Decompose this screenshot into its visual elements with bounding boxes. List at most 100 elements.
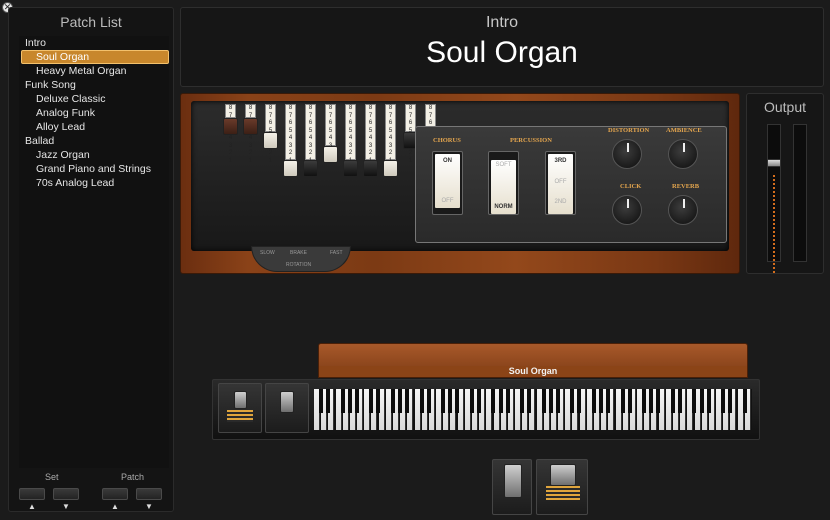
drawbar-handle[interactable] bbox=[263, 132, 278, 149]
black-key[interactable] bbox=[491, 389, 496, 413]
drawbar-handle[interactable] bbox=[363, 160, 378, 177]
black-key[interactable] bbox=[570, 389, 575, 413]
black-key[interactable] bbox=[340, 389, 345, 413]
set-item[interactable]: Funk Song bbox=[19, 78, 169, 92]
drawbar-1[interactable]: 87654321 bbox=[225, 104, 236, 164]
percussion-volume-switch[interactable]: SOFT NORM bbox=[488, 151, 519, 215]
black-key[interactable] bbox=[649, 389, 654, 413]
patch-item[interactable]: Grand Piano and Strings bbox=[19, 162, 169, 176]
black-key[interactable] bbox=[699, 389, 704, 413]
black-key[interactable] bbox=[455, 389, 460, 413]
output-meter-right bbox=[793, 124, 807, 262]
black-key[interactable] bbox=[599, 389, 604, 413]
black-key[interactable] bbox=[347, 389, 352, 413]
chorus-switch[interactable]: ON OFF bbox=[432, 151, 463, 215]
set-prev-button[interactable] bbox=[19, 488, 45, 500]
drawbar-handle[interactable] bbox=[283, 160, 298, 177]
black-key[interactable] bbox=[527, 389, 532, 413]
drawbar-handle[interactable] bbox=[323, 146, 338, 163]
black-key[interactable] bbox=[627, 389, 632, 413]
black-key[interactable] bbox=[505, 389, 510, 413]
drawbar-2[interactable]: 87654321 bbox=[245, 104, 256, 164]
set-item[interactable]: Intro bbox=[19, 36, 169, 50]
sustain-pedal[interactable] bbox=[492, 459, 532, 515]
expression-pedal-2[interactable] bbox=[265, 383, 309, 433]
black-key[interactable] bbox=[520, 389, 525, 413]
black-key[interactable] bbox=[670, 389, 675, 413]
patch-next-button[interactable] bbox=[136, 488, 162, 500]
black-key[interactable] bbox=[577, 389, 582, 413]
rotation-fast-label: FAST bbox=[330, 250, 343, 256]
drawbar-8[interactable]: 87654321 bbox=[365, 104, 376, 164]
black-key[interactable] bbox=[541, 389, 546, 413]
drawbar-3[interactable]: 87654321 bbox=[265, 104, 276, 164]
distortion-knob[interactable] bbox=[612, 139, 642, 169]
drawbar-scale: 87654321 bbox=[308, 105, 313, 164]
black-key[interactable] bbox=[426, 389, 431, 413]
drawbar-handle[interactable] bbox=[223, 118, 238, 135]
drawbar-handle[interactable] bbox=[383, 160, 398, 177]
chorus-label: CHORUS bbox=[433, 137, 461, 144]
drawbar-9[interactable]: 87654321 bbox=[385, 104, 396, 164]
black-key[interactable] bbox=[326, 389, 331, 413]
patch-prev-button[interactable] bbox=[102, 488, 128, 500]
black-key[interactable] bbox=[606, 389, 611, 413]
patch-item[interactable]: Jazz Organ bbox=[19, 148, 169, 162]
drawbar-4[interactable]: 87654321 bbox=[285, 104, 296, 164]
black-key[interactable] bbox=[548, 389, 553, 413]
black-key[interactable] bbox=[642, 389, 647, 413]
patch-item[interactable]: Alloy Lead bbox=[19, 120, 169, 134]
rotation-label: ROTATION bbox=[286, 262, 312, 268]
percussion-harmonic-switch[interactable]: 3RD OFF 2ND bbox=[545, 151, 576, 215]
black-key[interactable] bbox=[319, 389, 323, 413]
reverb-knob[interactable] bbox=[668, 195, 698, 225]
set-item[interactable]: Ballad bbox=[19, 134, 169, 148]
black-key[interactable] bbox=[369, 389, 374, 413]
fader-handle[interactable] bbox=[767, 159, 781, 167]
black-key[interactable] bbox=[498, 389, 503, 413]
ambience-knob[interactable] bbox=[668, 139, 698, 169]
drawbar-5[interactable]: 87654321 bbox=[305, 104, 316, 164]
black-key[interactable] bbox=[476, 389, 481, 413]
black-key[interactable] bbox=[390, 389, 395, 413]
reverb-label: REVERB bbox=[672, 183, 700, 190]
piano-keys[interactable] bbox=[314, 389, 752, 430]
pedal-icon bbox=[280, 391, 294, 413]
patch-item[interactable]: 70s Analog Lead bbox=[19, 176, 169, 190]
patch-item[interactable]: Deluxe Classic bbox=[19, 92, 169, 106]
black-key[interactable] bbox=[376, 389, 381, 413]
volume-pedal[interactable] bbox=[536, 459, 588, 515]
black-key[interactable] bbox=[692, 389, 697, 413]
drawbar-handle[interactable] bbox=[343, 160, 358, 177]
drawbar-6[interactable]: 87654321 bbox=[325, 104, 336, 164]
black-key[interactable] bbox=[354, 389, 359, 413]
drawbar-handle[interactable] bbox=[303, 160, 318, 177]
black-key[interactable] bbox=[448, 389, 453, 413]
black-key[interactable] bbox=[728, 389, 733, 413]
patch-item[interactable]: Heavy Metal Organ bbox=[19, 64, 169, 78]
black-key[interactable] bbox=[591, 389, 596, 413]
expression-pedal-1[interactable] bbox=[218, 383, 262, 433]
black-key[interactable] bbox=[469, 389, 474, 413]
black-key[interactable] bbox=[419, 389, 424, 413]
black-key[interactable] bbox=[405, 389, 410, 413]
black-key[interactable] bbox=[742, 389, 747, 413]
patch-item[interactable]: Analog Funk bbox=[19, 106, 169, 120]
black-key[interactable] bbox=[620, 389, 625, 413]
black-key[interactable] bbox=[555, 389, 560, 413]
set-next-button[interactable] bbox=[53, 488, 79, 500]
black-key[interactable] bbox=[678, 389, 682, 413]
patch-list: Intro Soul Organ Heavy Metal Organ Funk Son… bbox=[19, 36, 169, 190]
rotation-speed-control[interactable]: SLOW BRAKE FAST ROTATION bbox=[251, 246, 351, 272]
black-key[interactable] bbox=[397, 389, 402, 413]
patch-item[interactable]: Soul Organ bbox=[21, 50, 169, 64]
black-key[interactable] bbox=[706, 389, 711, 413]
click-knob[interactable] bbox=[612, 195, 642, 225]
drawbar-handle[interactable] bbox=[243, 118, 258, 135]
black-key[interactable] bbox=[656, 389, 661, 413]
black-key[interactable] bbox=[721, 389, 726, 413]
black-key[interactable] bbox=[441, 389, 446, 413]
output-fader[interactable] bbox=[767, 124, 781, 275]
patch-list-body[interactable]: Intro Soul Organ Heavy Metal Organ Funk Son… bbox=[19, 36, 169, 468]
drawbar-7[interactable]: 87654321 bbox=[345, 104, 356, 164]
